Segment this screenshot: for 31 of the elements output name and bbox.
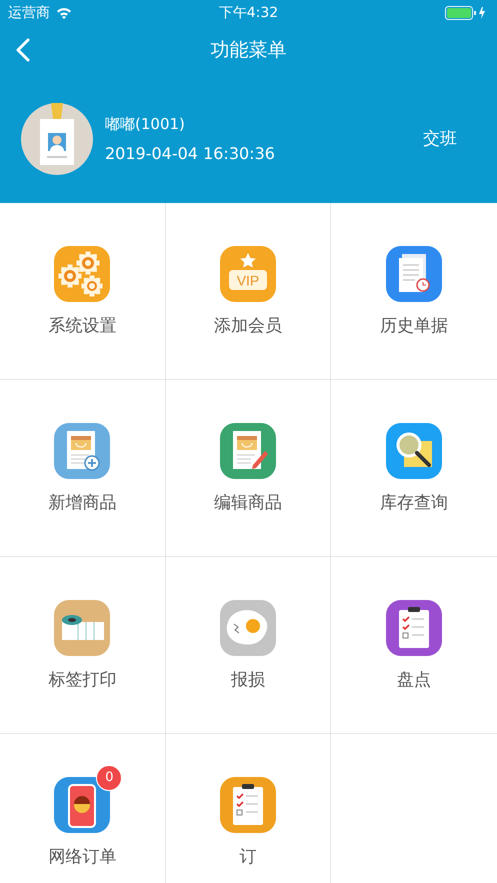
menu-item[interactable]: 盘点 xyxy=(331,557,497,734)
page-title: 功能菜单 xyxy=(210,38,286,63)
label-roll-icon xyxy=(54,600,110,656)
vip-card-icon: VIP xyxy=(220,246,276,302)
magnifier-icon xyxy=(386,422,442,478)
avatar-icon xyxy=(21,102,93,174)
clipboard-icon xyxy=(220,776,276,832)
menu-item[interactable]: 报损 xyxy=(166,557,332,734)
clipboard-icon xyxy=(386,600,442,656)
receipt-icon xyxy=(386,246,442,302)
document-add-icon xyxy=(54,422,110,478)
menu-item[interactable]: 编辑商品 xyxy=(166,380,332,557)
menu-item[interactable]: 0 网络订单 xyxy=(0,734,166,883)
menu-item[interactable]: 标签打印 xyxy=(0,557,166,734)
count-badge: 0 xyxy=(96,764,122,790)
menu-item[interactable]: VIP 添加会员 xyxy=(166,203,332,380)
back-icon[interactable] xyxy=(16,38,30,62)
menu-item[interactable]: 历史单据 xyxy=(331,203,497,380)
menu-item[interactable]: 库存查询 xyxy=(331,380,497,557)
clock-time: 下午4:32 xyxy=(218,4,278,22)
gears-icon xyxy=(54,246,110,302)
wifi-icon xyxy=(56,7,72,19)
login-time: 2019-04-04 16:30:36 xyxy=(105,144,276,162)
menu-item[interactable]: 系统设置 xyxy=(0,203,166,380)
fried-egg-icon xyxy=(220,600,276,656)
menu-item[interactable]: 新增商品 xyxy=(0,380,166,557)
menu-item[interactable]: 订 xyxy=(166,734,332,883)
user-name: 嘟嘟(1001) xyxy=(105,114,186,134)
battery-icon xyxy=(445,6,487,20)
carrier-name: 运营商 xyxy=(8,4,50,22)
document-edit-icon xyxy=(220,422,276,478)
